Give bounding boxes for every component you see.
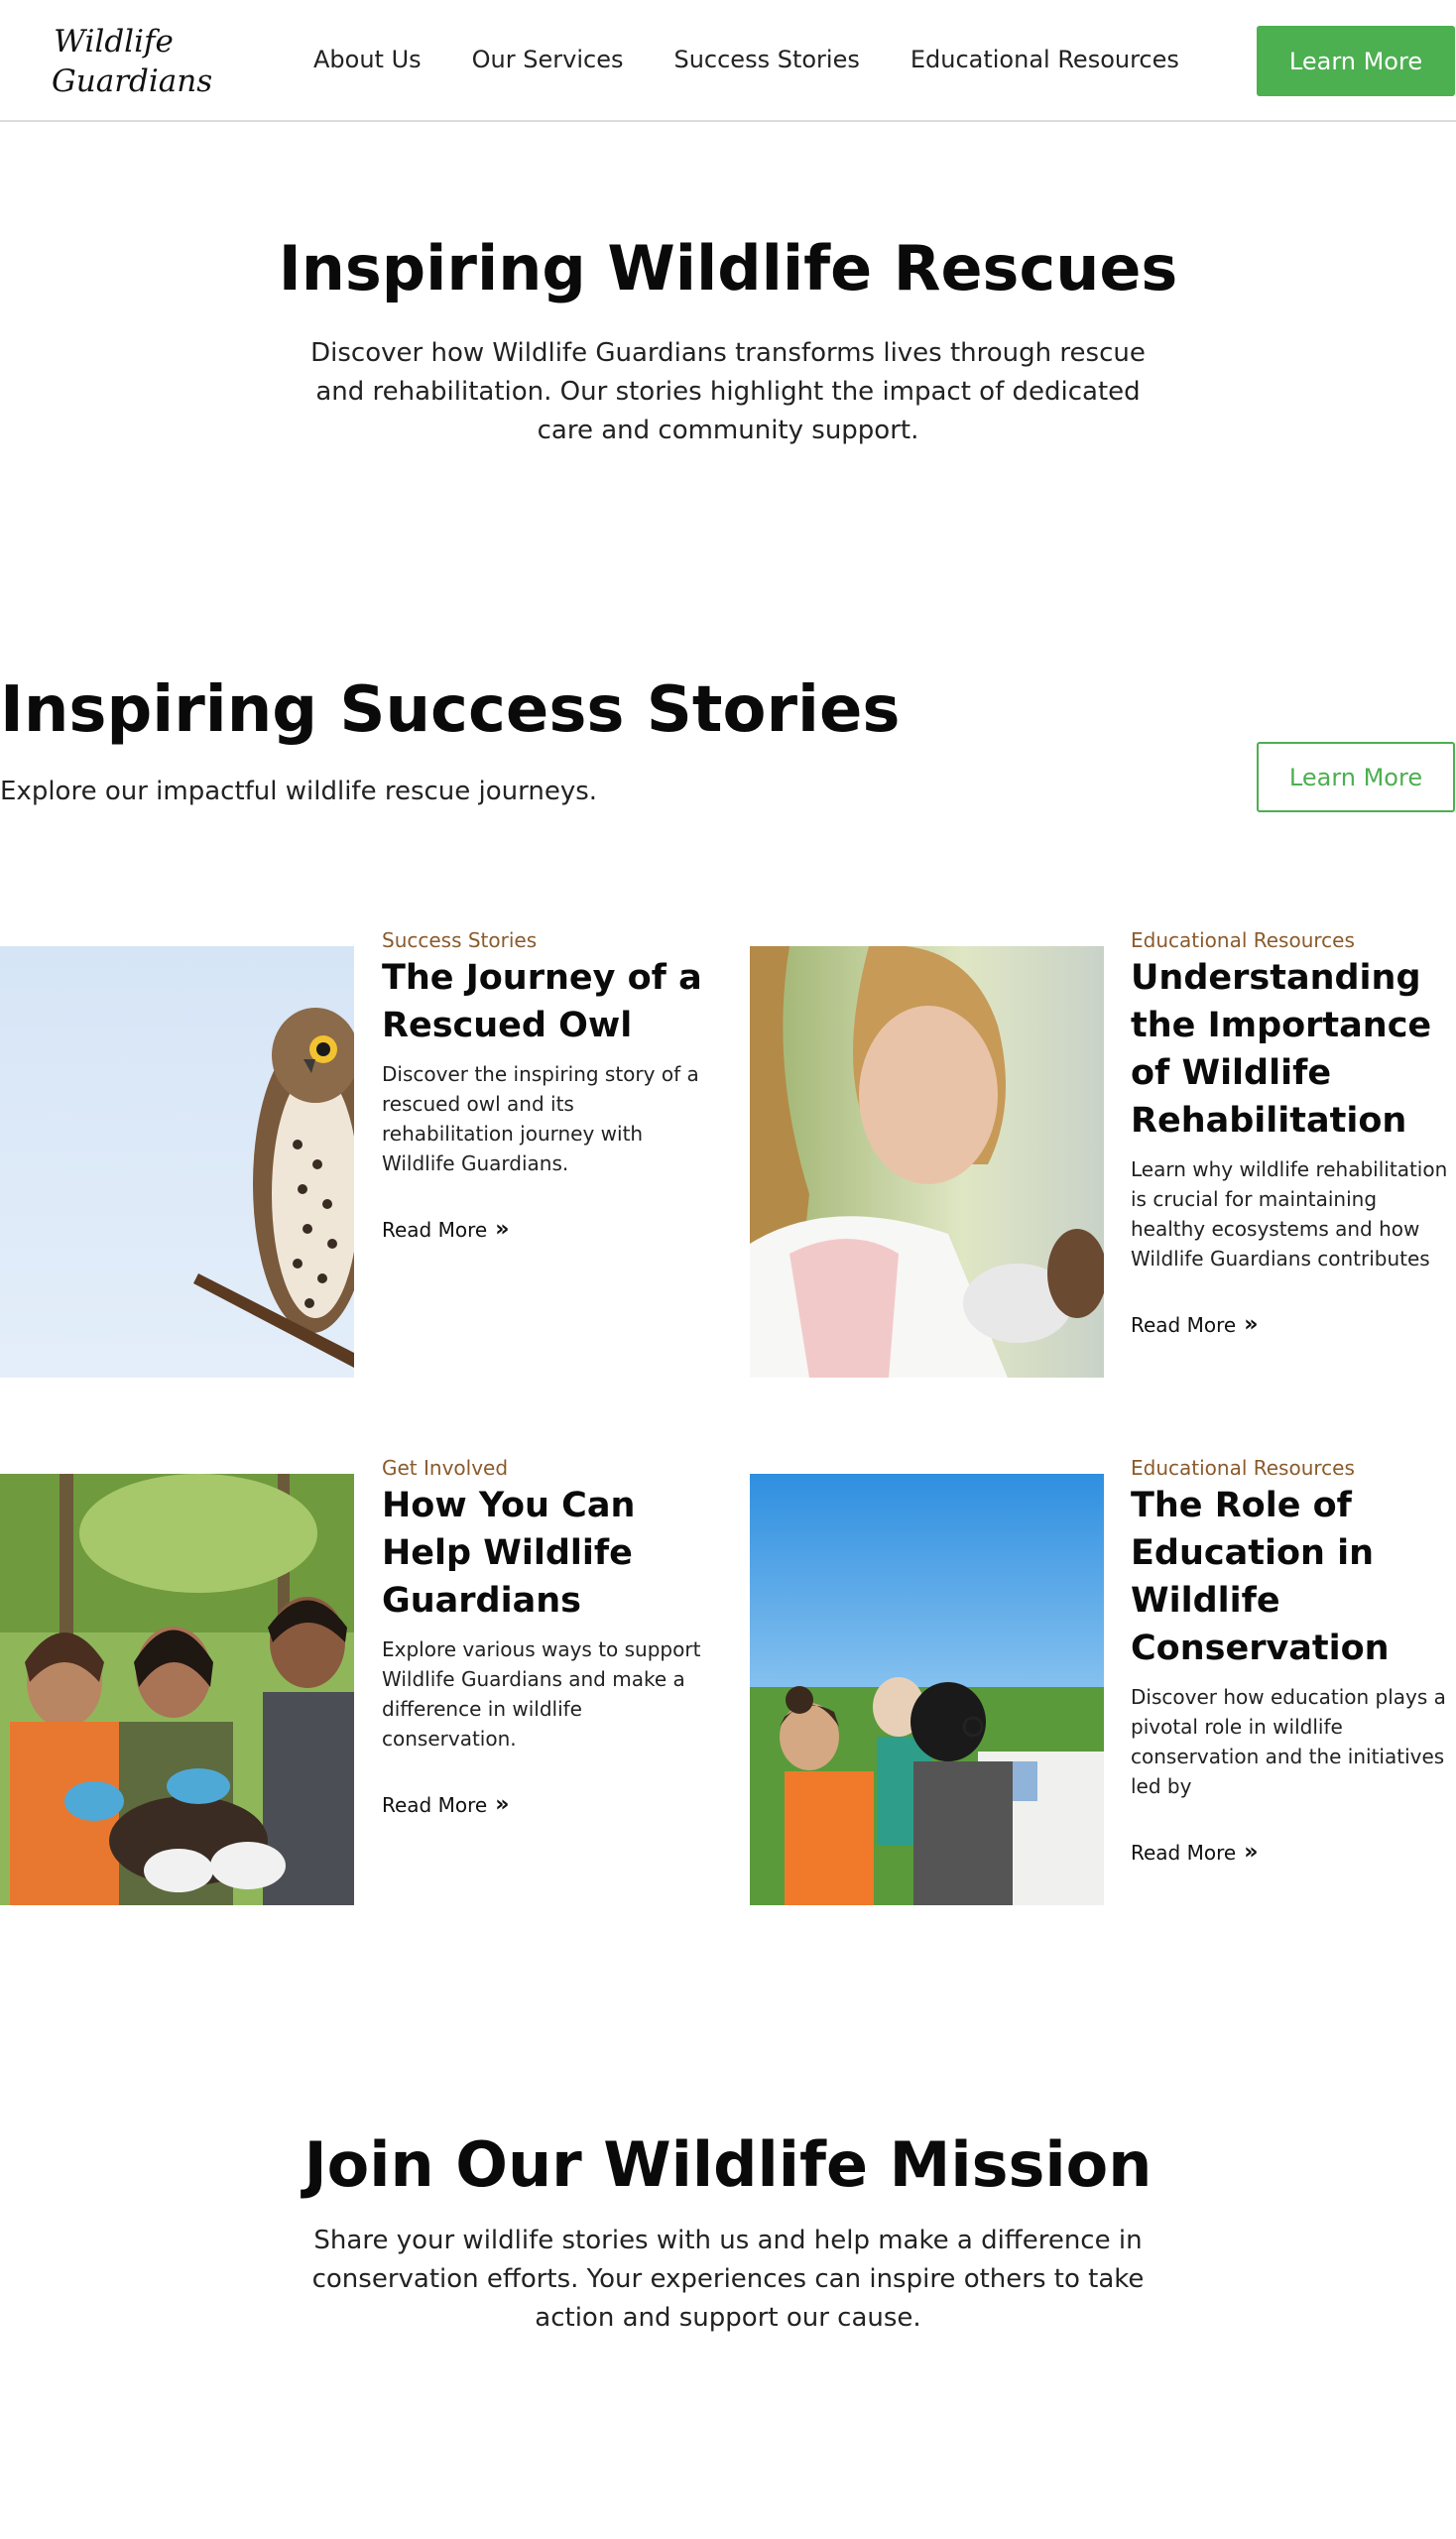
read-more-link[interactable]: Read More » <box>1131 1311 1258 1339</box>
stories-learn-more-button[interactable]: Learn More <box>1257 742 1455 812</box>
card-title[interactable]: The Role of Education in Wildlife Conser… <box>1131 1482 1455 1672</box>
card-category[interactable]: Educational Resources <box>1131 1454 1355 1482</box>
card-category[interactable]: Get Involved <box>382 1454 508 1482</box>
volunteers-story-image[interactable] <box>0 1474 354 1905</box>
logo-line-2: Guardians <box>52 63 213 99</box>
card-description: Discover the inspiring story of a rescue… <box>382 1062 699 1175</box>
nav-link-educational-resources[interactable]: Educational Resources <box>910 44 1179 75</box>
card-title[interactable]: How You Can Help Wildlife Guardians <box>382 1482 709 1625</box>
nav-link-success-stories[interactable]: Success Stories <box>673 44 859 75</box>
header-learn-more-button[interactable]: Learn More <box>1257 26 1455 96</box>
card-title[interactable]: Understanding the Importance of Wildlife… <box>1131 954 1455 1145</box>
double-chevron-right-icon: » <box>495 1217 510 1242</box>
site-logo[interactable]: Wildlife Guardians <box>52 22 213 101</box>
main-nav: About Us Our Services Success Stories Ed… <box>313 44 1179 75</box>
hero-title: Inspiring Wildlife Rescues <box>278 232 1178 304</box>
double-chevron-right-icon: » <box>1244 1840 1259 1865</box>
card-category[interactable]: Success Stories <box>382 926 537 954</box>
card-description: Explore various ways to support Wildlife… <box>382 1637 701 1751</box>
double-chevron-right-icon: » <box>495 1792 510 1817</box>
stories-subtitle: Explore our impactful wildlife rescue jo… <box>0 777 598 806</box>
read-more-link[interactable]: Read More » <box>382 1216 509 1244</box>
hero-description: Discover how Wildlife Guardians transfor… <box>310 338 1146 445</box>
read-more-label: Read More <box>1131 1841 1237 1865</box>
stories-title: Inspiring Success Stories <box>0 673 901 747</box>
join-title: Join Our Wildlife Mission <box>303 2128 1153 2201</box>
nav-link-about-us[interactable]: About Us <box>313 44 422 75</box>
nav-link-our-services[interactable]: Our Services <box>472 44 624 75</box>
read-more-link[interactable]: Read More » <box>382 1791 509 1819</box>
card-title[interactable]: The Journey of a Rescued Owl <box>382 954 709 1049</box>
card-category[interactable]: Educational Resources <box>1131 926 1355 954</box>
join-description: Share your wildlife stories with us and … <box>311 2226 1145 2333</box>
rehabilitation-story-image[interactable] <box>750 946 1104 1378</box>
double-chevron-right-icon: » <box>1244 1312 1259 1337</box>
education-story-image[interactable] <box>750 1474 1104 1905</box>
card-description: Learn why wildlife rehabilitation is cru… <box>1131 1157 1448 1270</box>
read-more-label: Read More <box>382 1218 488 1242</box>
read-more-label: Read More <box>382 1793 488 1817</box>
card-description: Discover how education plays a pivotal r… <box>1131 1685 1446 1798</box>
read-more-link[interactable]: Read More » <box>1131 1839 1258 1867</box>
logo-line-1: Wildlife <box>54 24 174 60</box>
owl-story-image[interactable] <box>0 946 354 1378</box>
site-header: Wildlife Guardians About Us Our Services… <box>0 0 1456 122</box>
read-more-label: Read More <box>1131 1313 1237 1337</box>
